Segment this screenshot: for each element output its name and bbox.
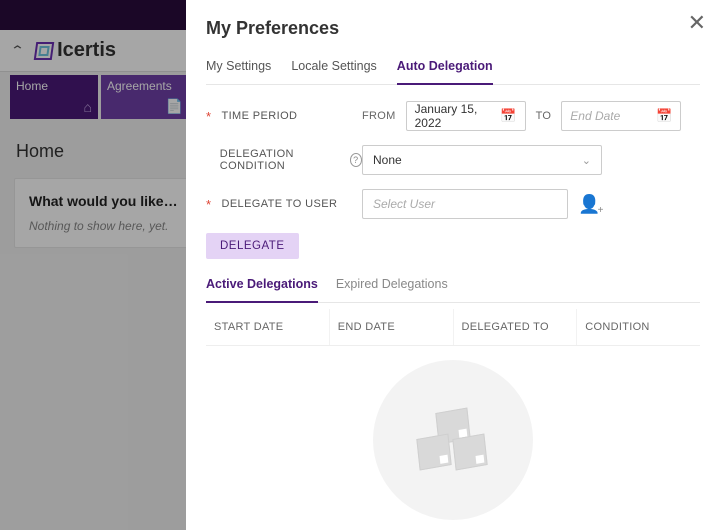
empty-illustration (373, 360, 533, 520)
to-date-input[interactable]: End Date 📅 (561, 101, 681, 131)
required-marker: * (206, 197, 211, 212)
close-icon[interactable]: ✕ (688, 10, 706, 36)
calendar-icon: 📅 (500, 108, 516, 124)
to-date-placeholder: End Date (570, 109, 620, 123)
to-label: TO (536, 110, 552, 122)
subtab-expired-delegations[interactable]: Expired Delegations (336, 269, 448, 302)
delegation-subtabs: Active Delegations Expired Delegations (206, 269, 700, 303)
time-period-label: * TIME PERIOD (206, 109, 362, 124)
tab-locale-settings[interactable]: Locale Settings (291, 53, 376, 84)
tab-auto-delegation[interactable]: Auto Delegation (397, 53, 493, 85)
condition-label: DELEGATION CONDITION ? (206, 148, 362, 172)
delegate-button[interactable]: DELEGATE (206, 233, 299, 259)
delegate-user-input[interactable]: Select User (362, 189, 568, 219)
delegate-user-label: * DELEGATE TO USER (206, 197, 362, 212)
from-date-input[interactable]: January 15, 2022 📅 (406, 101, 526, 131)
from-date-value: January 15, 2022 (415, 102, 501, 130)
col-start-date: START DATE (206, 309, 330, 345)
tab-my-settings[interactable]: My Settings (206, 53, 271, 84)
condition-value: None (373, 153, 402, 167)
add-user-icon[interactable]: 👤+ (578, 194, 600, 215)
col-delegated-to: DELEGATED TO (454, 309, 578, 345)
delegation-form: * TIME PERIOD FROM January 15, 2022 📅 TO… (206, 85, 700, 265)
col-end-date: END DATE (330, 309, 454, 345)
cube-icon (416, 433, 451, 470)
modal-tabs: My Settings Locale Settings Auto Delegat… (206, 53, 700, 85)
condition-select[interactable]: None ⌄ (362, 145, 602, 175)
calendar-icon: 📅 (656, 108, 672, 124)
modal-title: My Preferences (206, 18, 700, 39)
required-marker: * (206, 109, 211, 124)
delegate-user-placeholder: Select User (373, 197, 435, 211)
col-condition: CONDITION (577, 309, 700, 345)
empty-state: It looks like there are no records for y… (206, 346, 700, 530)
chevron-down-icon: ⌄ (582, 154, 591, 167)
subtab-active-delegations[interactable]: Active Delegations (206, 269, 318, 303)
cube-icon (452, 433, 487, 470)
preferences-modal: ✕ My Preferences My Settings Locale Sett… (186, 0, 720, 530)
table-header: START DATE END DATE DELEGATED TO CONDITI… (206, 309, 700, 346)
from-label: FROM (362, 110, 396, 122)
help-icon[interactable]: ? (350, 153, 362, 167)
